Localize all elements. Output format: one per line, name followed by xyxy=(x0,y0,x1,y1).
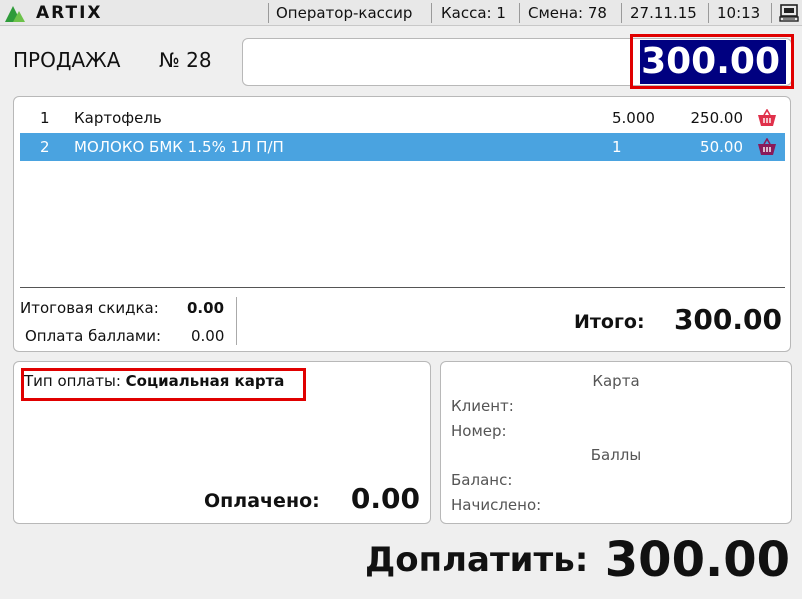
card-title: Карта xyxy=(592,372,640,390)
card-panel: Карта Клиент: Номер: Баллы Баланс: Начис… xyxy=(440,361,792,524)
time-label: 10:13 xyxy=(717,4,761,22)
balance-label: Баланс: xyxy=(451,471,513,489)
topbar-divider xyxy=(621,3,622,23)
logo-icon xyxy=(5,6,25,22)
item-name: Картофель xyxy=(74,109,162,127)
item-number: 2 xyxy=(40,138,50,156)
payment-panel: Тип оплаты: Социальная карта Оплачено: 0… xyxy=(13,361,431,524)
items-panel: 1 Картофель 5.000 250.00 2 МОЛОКО БМК 1.… xyxy=(13,96,791,352)
amount-value: 300.00 xyxy=(640,40,786,84)
discount-label: Итоговая скидка: xyxy=(20,299,159,317)
operator-label: Оператор-кассир xyxy=(276,4,413,22)
items-divider xyxy=(20,287,785,288)
register-label: Касса: 1 xyxy=(441,4,506,22)
discount-value: 0.00 xyxy=(187,299,225,317)
topbar-divider xyxy=(708,3,709,23)
shift-label: Смена: 78 xyxy=(528,4,607,22)
item-sum: 250.00 xyxy=(690,109,744,127)
total-value: 300.00 xyxy=(673,303,782,336)
sale-number: № 28 xyxy=(159,48,212,72)
item-number: 1 xyxy=(40,109,50,127)
due-value: 300.00 xyxy=(604,532,790,588)
total-label: Итого: xyxy=(574,311,645,333)
sale-title: ПРОДАЖА xyxy=(13,48,121,72)
item-row-selected[interactable]: 2 МОЛОКО БМК 1.5% 1Л П/П 1 50.00 xyxy=(20,133,785,161)
logo-text: ARTIX xyxy=(36,3,103,23)
paid-value: 0.00 xyxy=(350,482,420,515)
points-title: Баллы xyxy=(590,446,642,464)
card-number-label: Номер: xyxy=(451,422,507,440)
logo: ARTIX xyxy=(4,3,103,23)
basket-icon[interactable] xyxy=(757,138,777,156)
item-row[interactable]: 1 Картофель 5.000 250.00 xyxy=(20,104,785,132)
payment-type-value: Социальная карта xyxy=(125,372,285,390)
topbar-divider xyxy=(431,3,432,23)
summary-divider xyxy=(236,297,237,345)
points-payment-label: Оплата баллами: xyxy=(25,327,162,345)
basket-icon[interactable] xyxy=(757,109,777,127)
paid-label: Оплачено: xyxy=(204,490,320,512)
points-payment-value: 0.00 xyxy=(191,327,225,345)
item-sum: 50.00 xyxy=(700,138,743,156)
top-bar: ARTIX Оператор-кассир Касса: 1 Смена: 78… xyxy=(0,0,802,26)
payment-type: Тип оплаты: Социальная карта xyxy=(24,372,284,390)
topbar-divider xyxy=(771,3,772,23)
payment-type-label: Тип оплаты: xyxy=(24,372,121,390)
topbar-divider xyxy=(268,3,269,23)
item-quantity: 1 xyxy=(612,138,622,156)
item-quantity: 5.000 xyxy=(612,109,655,127)
topbar-divider xyxy=(519,3,520,23)
accrued-label: Начислено: xyxy=(451,496,542,514)
client-label: Клиент: xyxy=(451,397,514,415)
item-name: МОЛОКО БМК 1.5% 1Л П/П xyxy=(74,138,284,156)
due-label: Доплатить: xyxy=(365,540,589,580)
terminal-icon[interactable] xyxy=(779,4,799,22)
date-label: 27.11.15 xyxy=(630,4,697,22)
